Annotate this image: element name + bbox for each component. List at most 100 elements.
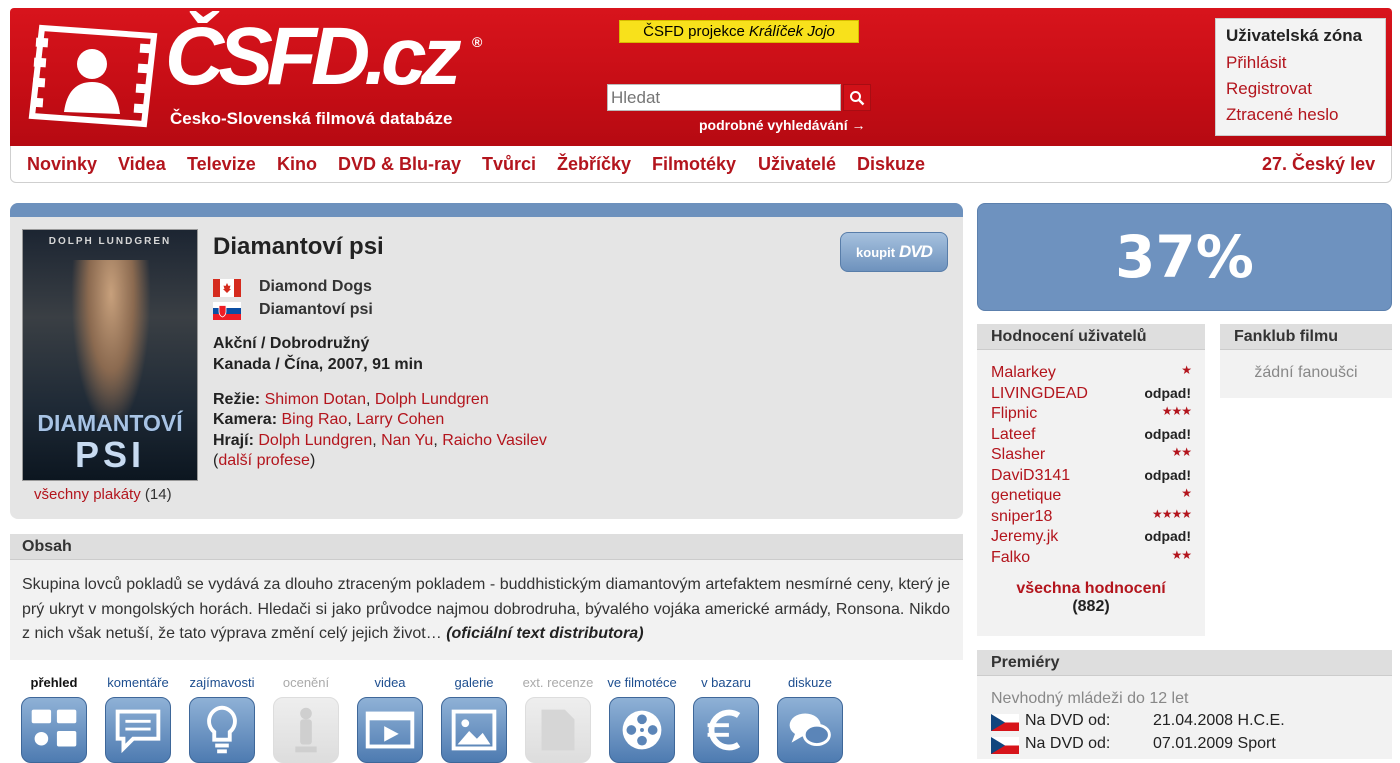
czech-flag-icon [991,714,1019,731]
all-ratings-count: (882) [1072,598,1110,615]
film-poster[interactable]: DOLPH LUNDGREN DIAMANTOVÍ PSI [22,229,198,481]
overview-icon [21,697,87,763]
ext-review-icon [525,697,591,763]
video-icon [357,697,423,763]
cast-link[interactable]: Nan Yu [381,432,433,449]
rating-user-link[interactable]: Falko [991,549,1030,566]
poster-title-line1: DIAMANTOVÍ [37,410,183,436]
film-title: Diamantoví psi [213,233,384,260]
directors-label: Režie: [213,391,261,408]
tab-galerie[interactable]: galerie [434,675,514,763]
rating-user-link[interactable]: DaviD3141 [991,467,1070,484]
tab-ve-filmotece[interactable]: ve filmotéce [602,675,682,763]
rating-user-link[interactable]: Slasher [991,446,1045,463]
canada-flag-icon [213,279,241,297]
film-box-topbar [10,203,963,217]
search-input[interactable] [607,84,841,111]
nav-item-cesky-lev[interactable]: 27. Český lev [1262,154,1375,175]
camera-link[interactable]: Bing Rao [281,411,347,428]
camera-link[interactable]: Larry Cohen [356,411,444,428]
user-rating-row: Lateef odpad! [991,426,1191,446]
all-posters-link[interactable]: všechny plakáty [34,486,141,503]
tab-v-bazaru[interactable]: v bazaru [686,675,766,763]
nav-item-dvd-bluray[interactable]: DVD & Blu-ray [338,154,461,175]
rating-text: odpad! [1144,384,1191,401]
rating-user-link[interactable]: Lateef [991,426,1035,443]
tab-label: ext. recenze [522,675,594,690]
nav-item-diskuze[interactable]: Diskuze [857,154,925,175]
all-ratings-link[interactable]: všechna hodnocení [977,580,1205,598]
main-nav: Novinky Videa Televize Kino DVD & Blu-ra… [10,146,1392,183]
user-ratings-title: Hodnocení uživatelů [991,328,1147,345]
star-rating-icon: ★★ [1171,547,1191,562]
nav-item-kino[interactable]: Kino [277,154,317,175]
tab-ext-recenze: ext. recenze [518,675,598,763]
user-rating-row: Falko ★★ [991,547,1192,569]
alt-name-canada: Diamond Dogs [259,278,372,295]
user-rating-row: genetique ★ [991,486,1192,507]
rating-user-link[interactable]: Flipnic [991,405,1037,422]
slovakia-flag-icon [213,302,241,320]
search-icon [850,90,865,105]
registered-mark: ® [472,34,483,50]
tab-label: ve filmotéce [607,675,677,690]
cast-link[interactable]: Raicho Vasilev [442,432,547,449]
nav-item-tvurci[interactable]: Tvůrci [482,154,536,175]
logo-subtitle: Česko-Slovenská filmová databáze [170,109,453,128]
user-rating-row: Malarkey ★ [991,363,1192,384]
rating-user-link[interactable]: genetique [991,487,1061,504]
discussion-icon [777,697,843,763]
rating-text: odpad! [1144,425,1191,442]
premiere-row: Na DVD od: 21.04.2008 H.C.E. [991,712,1391,732]
nav-item-televize[interactable]: Televize [187,154,256,175]
premiere-row: Na DVD od: 07.01.2009 Sport [991,735,1391,755]
tab-komentare[interactable]: komentáře [98,675,178,763]
nav-item-uzivatele[interactable]: Uživatelé [758,154,836,175]
premiere-date: 07.01.2009 Sport [1153,735,1276,752]
dvd-logo-icon: DVD [899,242,933,261]
rating-text: odpad! [1144,466,1191,483]
more-professions-link[interactable]: další profese [218,452,310,469]
user-ratings-header: Hodnocení uživatelů [977,324,1205,350]
star-rating-icon: ★ [1181,486,1192,500]
tab-diskuze[interactable]: diskuze [770,675,850,763]
cast-link[interactable]: Dolph Lundgren [258,432,372,449]
premiery-header: Premiéry [977,650,1392,676]
film-reel-icon [609,697,675,763]
rating-user-link[interactable]: sniper18 [991,508,1052,525]
crew-directors: Režie: Shimon Dotan, Dolph Lundgren [213,391,489,408]
nav-item-novinky[interactable]: Novinky [27,154,97,175]
register-link[interactable]: Registrovat [1226,79,1312,99]
czech-flag-icon [991,737,1019,754]
rating-user-link[interactable]: Malarkey [991,364,1056,381]
search-button[interactable] [843,84,871,111]
director-link[interactable]: Shimon Dotan [265,391,366,408]
award-icon [273,697,339,763]
tab-label: galerie [454,675,494,690]
buy-dvd-button[interactable]: koupit DVD [840,232,948,272]
advanced-search-link[interactable]: podrobné vyhledávání → [699,117,865,133]
projekce-banner[interactable]: ČSFD projekce Králíček Jojo [619,20,859,43]
nav-item-filmoteky[interactable]: Filmotéky [652,154,736,175]
fanklub-title: Fanklub filmu [1234,328,1338,345]
nav-item-zebricky[interactable]: Žebříčky [557,154,631,175]
tab-prehled[interactable]: přehled [14,675,94,763]
lost-password-link[interactable]: Ztracené heslo [1226,105,1338,125]
login-link[interactable]: Přihlásit [1226,53,1286,73]
tab-label: diskuze [787,675,833,690]
nav-item-videa[interactable]: Videa [118,154,166,175]
director-link[interactable]: Dolph Lundgren [375,391,489,408]
film-strip-logo-icon[interactable] [28,24,158,128]
premiere-label: Na DVD od: [1025,735,1111,752]
fanklub-empty: žádní fanoušci [1254,364,1358,381]
tab-videa[interactable]: videa [350,675,430,763]
lightbulb-icon [189,697,255,763]
rating-user-link[interactable]: LIVINGDEAD [991,385,1088,402]
tab-label: ocenění [282,675,330,690]
logo-text[interactable]: ČSFD.cz [165,16,462,98]
tab-label: komentáře [107,675,169,690]
plot-box: Skupina lovců pokladů se vydává za dlouh… [10,560,963,660]
rating-user-link[interactable]: Jeremy.jk [991,528,1058,545]
star-rating-icon: ★★ [1171,445,1191,459]
tab-zajimavosti[interactable]: zajímavosti [182,675,262,763]
